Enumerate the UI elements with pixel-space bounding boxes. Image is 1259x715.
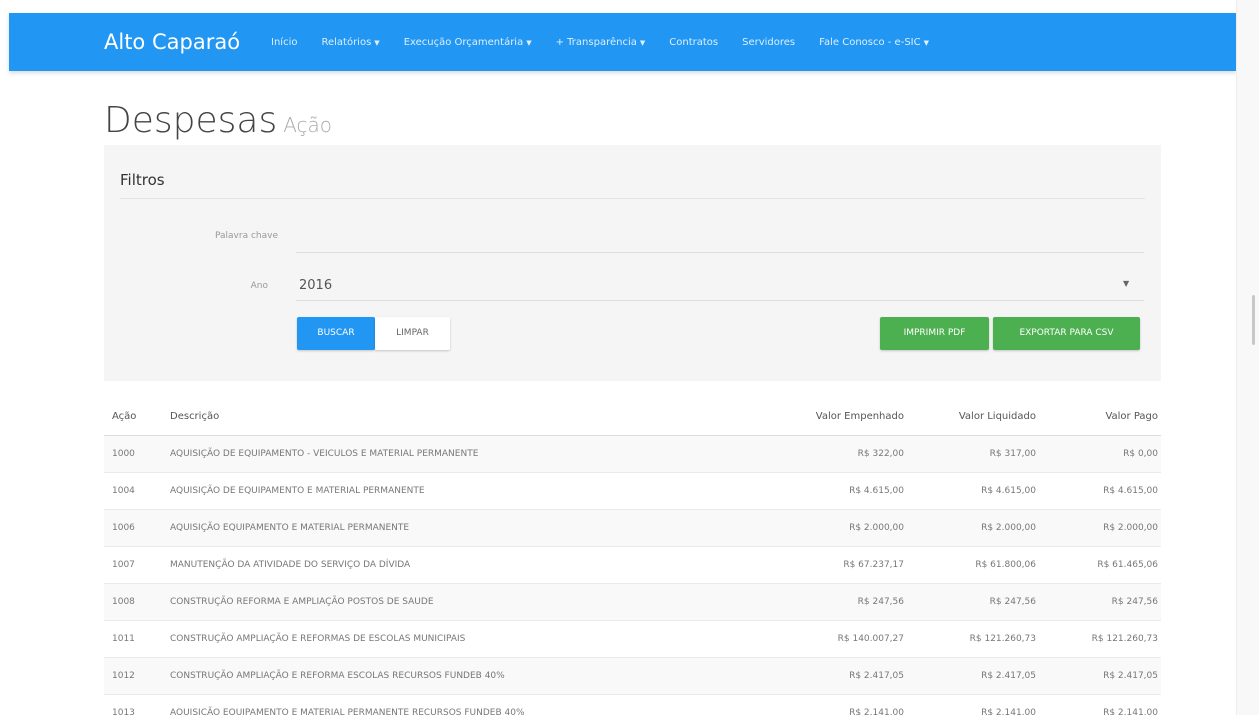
cell-liquidado: R$ 2.417,05 — [981, 671, 1036, 681]
header-pago[interactable]: Valor Pago — [1036, 398, 1158, 435]
cell-acao: 1008 — [112, 597, 135, 607]
cell-descricao: AQUISIÇÃO EQUIPAMENTO E MATERIAL PERMANE… — [170, 523, 410, 533]
header-acao[interactable]: Ação — [112, 398, 162, 435]
cell-acao: 1000 — [112, 449, 135, 459]
nav-item-fale-conosco[interactable]: Fale Conosco - e-SIC ▼ — [819, 37, 929, 48]
caret-down-icon: ▼ — [374, 38, 380, 47]
nav-menu: Início Relatórios ▼ Execução Orçamentária… — [271, 13, 953, 71]
cell-empenhado: R$ 247,56 — [857, 597, 904, 607]
cell-acao: 1004 — [112, 486, 135, 496]
cell-liquidado: R$ 61.800,06 — [975, 560, 1036, 570]
cell-empenhado: R$ 322,00 — [857, 449, 904, 459]
cell-pago: R$ 2.141,00 — [1103, 708, 1158, 715]
cell-descricao: CONSTRUÇÃO AMPLIAÇÃO E REFORMAS DE ESCOL… — [170, 634, 466, 644]
export-csv-button[interactable]: EXPORTAR PARA CSV — [993, 317, 1140, 350]
scrollbar-track[interactable] — [1236, 0, 1259, 715]
page-subtitle: Ação — [283, 113, 333, 137]
nav-label: + Transparência — [555, 36, 637, 48]
cell-pago: R$ 4.615,00 — [1103, 486, 1158, 496]
chevron-down-icon[interactable]: ▼ — [1123, 279, 1129, 288]
cell-empenhado: R$ 67.237,17 — [843, 560, 904, 570]
year-select[interactable]: 2016 — [299, 278, 332, 293]
filters-panel: Filtros Palavra chave Ano 2016 ▼ BUSCAR … — [104, 145, 1161, 381]
cell-descricao: CONSTRUÇÃO AMPLIAÇÃO E REFORMA ESCOLAS R… — [170, 671, 505, 681]
header-descricao[interactable]: Descrição — [170, 398, 770, 435]
filters-title: Filtros — [120, 171, 165, 189]
cell-pago: R$ 61.465,06 — [1097, 560, 1158, 570]
keyword-input[interactable] — [296, 223, 1144, 251]
table-row[interactable]: 1006 AQUISIÇÃO EQUIPAMENTO E MATERIAL PE… — [104, 510, 1161, 547]
table-row[interactable]: 1004 AQUISIÇÃO DE EQUIPAMENTO E MATERIAL… — [104, 473, 1161, 510]
page-title-text: Despesas — [104, 100, 278, 141]
cell-liquidado: R$ 247,56 — [989, 597, 1036, 607]
search-button[interactable]: BUSCAR — [297, 317, 375, 350]
cell-liquidado: R$ 317,00 — [989, 449, 1036, 459]
print-pdf-button[interactable]: IMPRIMIR PDF — [880, 317, 989, 350]
clear-button[interactable]: LIMPAR — [375, 317, 450, 350]
cell-acao: 1013 — [112, 708, 135, 715]
table-row[interactable]: 1011 CONSTRUÇÃO AMPLIAÇÃO E REFORMAS DE … — [104, 621, 1161, 658]
expenses-table: Ação Descrição Valor Empenhado Valor Liq… — [104, 398, 1161, 715]
caret-down-icon: ▼ — [923, 38, 929, 47]
cell-descricao: AQUISIÇÃO EQUIPAMENTO E MATERIAL PERMANE… — [170, 708, 525, 715]
cell-acao: 1007 — [112, 560, 135, 570]
page-title: Despesas Ação — [104, 100, 332, 141]
nav-label: Contratos — [669, 36, 719, 48]
brand-link[interactable]: Alto Caparaó — [104, 13, 240, 71]
table-row[interactable]: 1008 CONSTRUÇÃO REFORMA E AMPLIAÇÃO POST… — [104, 584, 1161, 621]
cell-pago: R$ 121.260,73 — [1091, 634, 1158, 644]
nav-label: Relatórios — [321, 36, 372, 48]
cell-descricao: MANUTENÇÃO DA ATIVIDADE DO SERVIÇO DA DÍ… — [170, 560, 411, 570]
nav-item-contratos[interactable]: Contratos — [669, 37, 718, 48]
header-liquidado[interactable]: Valor Liquidado — [904, 398, 1036, 435]
cell-empenhado: R$ 2.000,00 — [849, 523, 904, 533]
cell-liquidado: R$ 2.141,00 — [981, 708, 1036, 715]
cell-empenhado: R$ 140.007,27 — [837, 634, 904, 644]
nav-item-relatorios[interactable]: Relatórios ▼ — [321, 37, 379, 48]
nav-item-inicio[interactable]: Início — [271, 37, 297, 48]
cell-acao: 1011 — [112, 634, 135, 644]
nav-item-execucao-orcamentaria[interactable]: Execução Orçamentária ▼ — [404, 37, 532, 48]
nav-item-transparencia[interactable]: + Transparência ▼ — [556, 37, 646, 48]
cell-pago: R$ 2.417,05 — [1103, 671, 1158, 681]
table-row[interactable]: 1000 AQUISIÇÃO DE EQUIPAMENTO - VEICULOS… — [104, 436, 1161, 473]
keyword-label: Palavra chave — [215, 231, 278, 241]
nav-item-servidores[interactable]: Servidores — [742, 37, 795, 48]
cell-liquidado: R$ 2.000,00 — [981, 523, 1036, 533]
divider — [120, 198, 1145, 199]
year-label: Ano — [250, 281, 268, 291]
nav-label: Execução Orçamentária — [403, 36, 524, 48]
cell-acao: 1006 — [112, 523, 135, 533]
cell-empenhado: R$ 2.141,00 — [849, 708, 904, 715]
cell-pago: R$ 0,00 — [1123, 449, 1158, 459]
table-header: Ação Descrição Valor Empenhado Valor Liq… — [104, 398, 1161, 436]
caret-down-icon: ▼ — [639, 38, 646, 47]
nav-label: Início — [271, 36, 298, 48]
year-select-underline — [296, 300, 1144, 301]
cell-empenhado: R$ 4.615,00 — [849, 486, 904, 496]
nav-label: Servidores — [742, 36, 796, 48]
cell-pago: R$ 2.000,00 — [1103, 523, 1158, 533]
cell-liquidado: R$ 4.615,00 — [981, 486, 1036, 496]
cell-pago: R$ 247,56 — [1111, 597, 1158, 607]
cell-descricao: CONSTRUÇÃO REFORMA E AMPLIAÇÃO POSTOS DE… — [170, 597, 434, 607]
table-row[interactable]: 1012 CONSTRUÇÃO AMPLIAÇÃO E REFORMA ESCO… — [104, 658, 1161, 695]
table-row[interactable]: 1007 MANUTENÇÃO DA ATIVIDADE DO SERVIÇO … — [104, 547, 1161, 584]
scrollbar-thumb[interactable] — [1252, 295, 1255, 345]
cell-empenhado: R$ 2.417,05 — [849, 671, 904, 681]
header-empenhado[interactable]: Valor Empenhado — [754, 398, 904, 435]
table-row[interactable]: 1013 AQUISIÇÃO EQUIPAMENTO E MATERIAL PE… — [104, 695, 1161, 715]
cell-descricao: AQUISIÇÃO DE EQUIPAMENTO E MATERIAL PERM… — [170, 486, 425, 496]
cell-acao: 1012 — [112, 671, 135, 681]
top-navbar: Alto Caparaó Início Relatórios ▼ Execução… — [9, 13, 1236, 71]
cell-liquidado: R$ 121.260,73 — [969, 634, 1036, 644]
keyword-input-underline — [296, 252, 1144, 253]
nav-label: Fale Conosco - e-SIC — [819, 36, 921, 48]
cell-descricao: AQUISIÇÃO DE EQUIPAMENTO - VEICULOS E MA… — [170, 449, 479, 459]
caret-down-icon: ▼ — [526, 38, 532, 47]
